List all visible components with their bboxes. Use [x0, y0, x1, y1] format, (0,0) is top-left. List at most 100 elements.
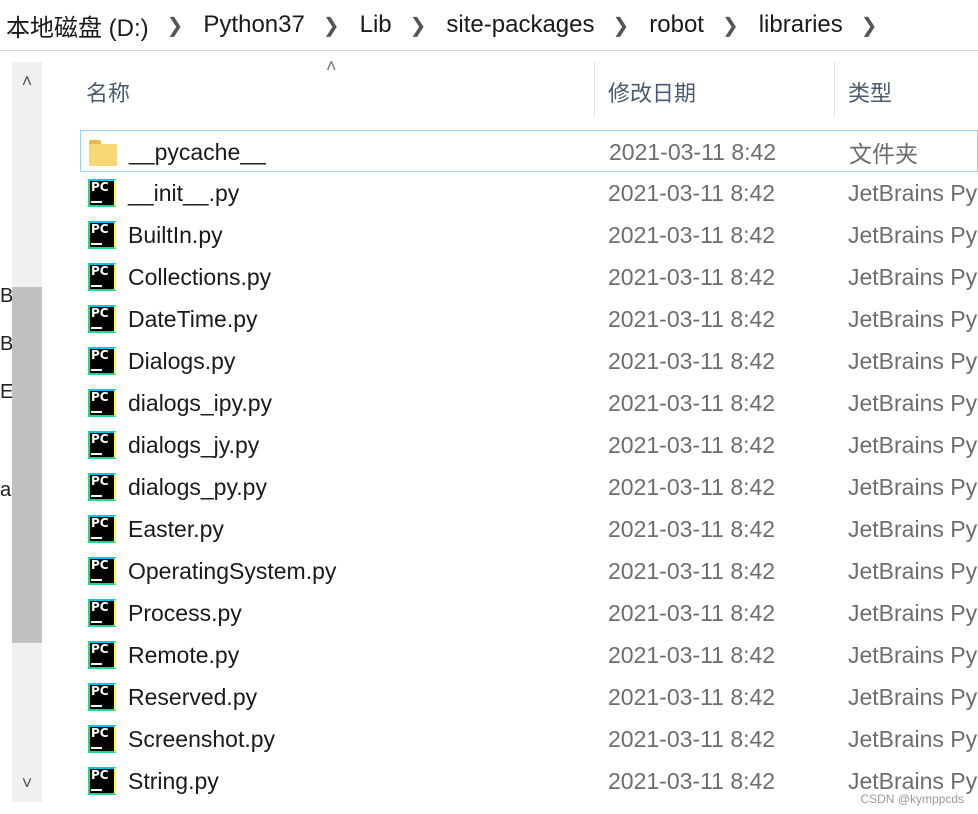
file-type: JetBrains Py [848, 557, 978, 584]
pycharm-file-icon: PC [88, 767, 116, 795]
breadcrumb-label: libraries [758, 11, 843, 38]
file-name: Collections.py [128, 263, 272, 290]
breadcrumb-label: 本地磁盘 (D:) [6, 14, 149, 42]
file-name: OperatingSystem.py [128, 557, 337, 584]
file-type: JetBrains Py [848, 347, 978, 374]
breadcrumb-item-drive[interactable]: 本地磁盘 (D:) ❯ [0, 8, 197, 43]
file-row[interactable]: PC __init__.py 2021-03-11 8:42 JetBrains Py [80, 172, 978, 214]
file-name: dialogs_ipy.py [128, 389, 273, 416]
nav-scrollbar[interactable]: ˄ ˅ [12, 62, 42, 802]
file-modified-date: 2021-03-11 8:42 [608, 431, 776, 458]
file-type: JetBrains Py [848, 473, 978, 500]
file-row[interactable]: PC dialogs_ipy.py 2021-03-11 8:42 JetBrains… [80, 382, 978, 424]
pycharm-file-icon: PC [88, 305, 116, 333]
file-row[interactable]: PC DateTime.py 2021-03-11 8:42 JetBrains Py [80, 298, 978, 340]
file-modified-date: 2021-03-11 8:42 [608, 557, 776, 584]
file-modified-date: 2021-03-11 8:42 [608, 263, 776, 290]
chevron-right-icon[interactable]: ❯ [710, 13, 753, 38]
pycharm-file-icon: PC [88, 179, 116, 207]
file-row[interactable]: PC dialogs_jy.py 2021-03-11 8:42 JetBrains … [80, 424, 978, 466]
file-name: dialogs_py.py [128, 473, 267, 500]
column-header-label: 修改日期 [608, 81, 697, 106]
pycharm-file-icon: PC [88, 599, 116, 627]
column-divider[interactable] [594, 62, 595, 118]
column-header-date[interactable]: 修改日期 [608, 62, 696, 122]
column-header-label: 类型 [848, 81, 893, 106]
file-row[interactable]: PC Process.py 2021-03-11 8:42 JetBrains Py [80, 592, 978, 634]
file-type: JetBrains Py [848, 305, 978, 332]
file-modified-date: 2021-03-11 8:42 [608, 347, 776, 374]
file-row[interactable]: PC Dialogs.py 2021-03-11 8:42 JetBrains Py [80, 340, 978, 382]
file-type: JetBrains Py [848, 221, 978, 248]
chevron-right-icon[interactable]: ❯ [311, 13, 354, 38]
pycharm-file-icon: PC [88, 389, 116, 417]
breadcrumb-item-python37[interactable]: Python37 ❯ [197, 11, 353, 39]
file-row[interactable]: PC Easter.py 2021-03-11 8:42 JetBrains Py [80, 508, 978, 550]
file-modified-date: 2021-03-11 8:42 [608, 767, 776, 794]
file-name: dialogs_jy.py [128, 431, 260, 458]
file-type: JetBrains Py [848, 599, 978, 626]
pycharm-file-icon: PC [88, 347, 116, 375]
pycharm-file-icon: PC [88, 725, 116, 753]
breadcrumb-item-lib[interactable]: Lib ❯ [354, 11, 441, 39]
file-type: JetBrains Py [848, 263, 978, 290]
file-row[interactable]: __pycache__ 2021-03-11 8:42 文件夹 [80, 130, 978, 172]
file-type: 文件夹 [849, 141, 918, 167]
file-row[interactable]: PC dialogs_py.py 2021-03-11 8:42 JetBrains … [80, 466, 978, 508]
breadcrumb-label: robot [649, 11, 704, 38]
breadcrumb-item-site-packages[interactable]: site-packages ❯ [440, 11, 643, 39]
file-row[interactable]: PC BuiltIn.py 2021-03-11 8:42 JetBrains Py [80, 214, 978, 256]
scroll-down-icon[interactable]: ˅ [12, 768, 42, 798]
file-modified-date: 2021-03-11 8:42 [608, 515, 776, 542]
file-name: Dialogs.py [128, 347, 236, 374]
chevron-right-icon[interactable]: ❯ [155, 13, 198, 38]
pycharm-file-icon: PC [88, 557, 116, 585]
file-row[interactable]: PC Remote.py 2021-03-11 8:42 JetBrains Py [80, 634, 978, 676]
file-name: Reserved.py [128, 683, 258, 710]
pycharm-file-icon: PC [88, 473, 116, 501]
sort-ascending-icon: ˄ [326, 56, 337, 76]
pycharm-file-icon: PC [88, 641, 116, 669]
breadcrumb-item-robot[interactable]: robot ❯ [643, 11, 752, 39]
column-header-label: 名称 [86, 81, 131, 106]
file-row[interactable]: PC OperatingSystem.py 2021-03-11 8:42 JetBr… [80, 550, 978, 592]
chevron-right-icon[interactable]: ❯ [849, 13, 892, 38]
file-name: String.py [128, 767, 219, 794]
file-modified-date: 2021-03-11 8:42 [608, 599, 776, 626]
file-type: JetBrains Py [848, 515, 978, 542]
file-row[interactable]: PC String.py 2021-03-11 8:42 JetBrains Py [80, 760, 978, 802]
file-modified-date: 2021-03-11 8:42 [608, 473, 776, 500]
file-name: __pycache__ [129, 138, 266, 165]
file-type: JetBrains Py [848, 431, 978, 458]
file-type: JetBrains Py [848, 683, 978, 710]
file-name: Remote.py [128, 641, 240, 668]
watermark: CSDN @kymppcds [860, 792, 964, 806]
file-name: Easter.py [128, 515, 224, 542]
scroll-up-icon[interactable]: ˄ [12, 66, 42, 96]
chevron-right-icon[interactable]: ❯ [600, 13, 643, 38]
address-bar[interactable]: 本地磁盘 (D:) ❯ Python37 ❯ Lib ❯ site-packag… [0, 0, 978, 51]
breadcrumb-item-libraries[interactable]: libraries ❯ [753, 11, 892, 39]
file-modified-date: 2021-03-11 8:42 [608, 641, 776, 668]
column-header-type[interactable]: 类型 [848, 62, 892, 122]
pycharm-file-icon: PC [88, 263, 116, 291]
pycharm-file-icon: PC [88, 431, 116, 459]
file-row[interactable]: PC Screenshot.py 2021-03-11 8:42 JetBrains … [80, 718, 978, 760]
file-row[interactable]: PC Collections.py 2021-03-11 8:42 JetBrains… [80, 256, 978, 298]
column-divider[interactable] [834, 62, 835, 118]
breadcrumb-label: Lib [359, 11, 392, 38]
file-name: __init__.py [128, 179, 240, 206]
file-name: DateTime.py [128, 305, 258, 332]
file-modified-date: 2021-03-11 8:42 [608, 179, 776, 206]
column-header-name[interactable]: 名称 [86, 62, 130, 122]
file-modified-date: 2021-03-11 8:42 [609, 138, 777, 165]
pycharm-file-icon: PC [88, 221, 116, 249]
nav-item-fragment[interactable]: a [0, 479, 11, 502]
file-modified-date: 2021-03-11 8:42 [608, 683, 776, 710]
file-row[interactable]: PC Reserved.py 2021-03-11 8:42 JetBrains Py [80, 676, 978, 718]
file-type: JetBrains Py [848, 389, 978, 416]
scrollbar-thumb[interactable] [12, 287, 42, 643]
chevron-right-icon[interactable]: ❯ [398, 13, 441, 38]
file-modified-date: 2021-03-11 8:42 [608, 305, 776, 332]
file-modified-date: 2021-03-11 8:42 [608, 725, 776, 752]
